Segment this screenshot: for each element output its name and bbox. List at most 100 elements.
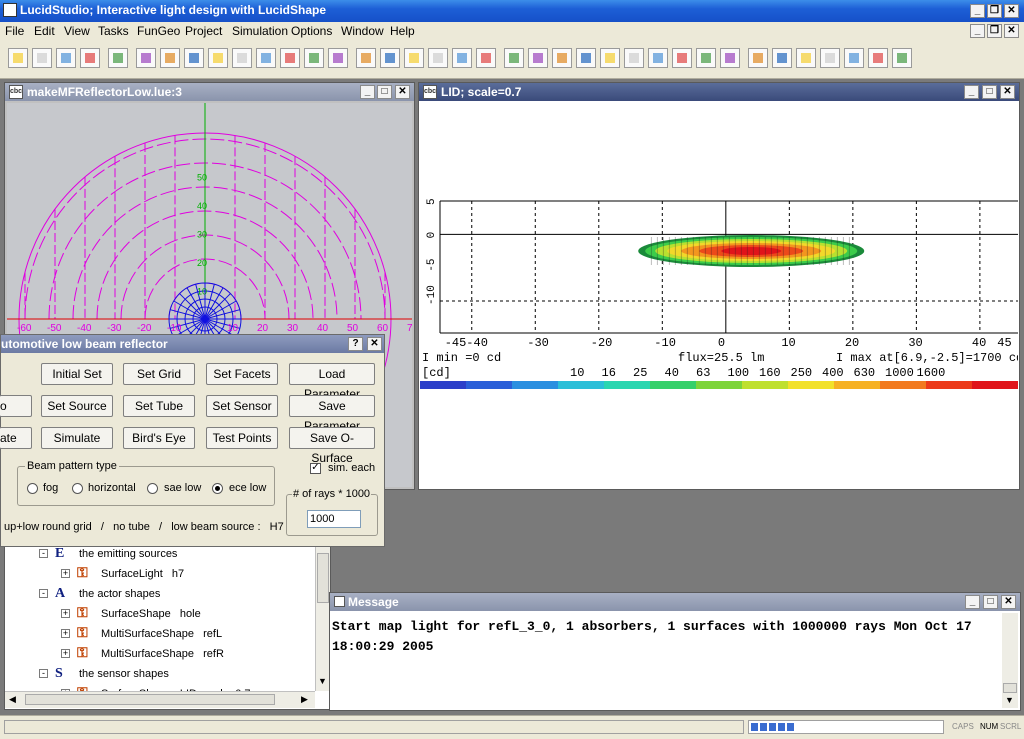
partial-button[interactable]: o [0,395,32,417]
partial-button-2[interactable]: ate [0,427,32,449]
birds-eye-button[interactable]: Bird's Eye [123,427,195,449]
2d-icon[interactable] [892,48,912,68]
tree-row[interactable]: + ⚿ MultiSurfaceShape refL [5,625,315,643]
expand-icon[interactable]: + [61,609,70,618]
lid-close-button[interactable]: ✕ [1000,85,1015,99]
load-parameter-button[interactable]: Load Parameter [289,363,375,401]
menu-tasks[interactable]: Tasks [98,24,129,38]
expand-icon[interactable]: + [61,649,70,658]
set-grid-button[interactable]: Set Grid [123,363,195,385]
facet-icon[interactable] [404,48,424,68]
table3-icon[interactable] [184,48,204,68]
menu-file[interactable]: File [5,24,24,38]
mdi-minimize-button[interactable]: _ [970,24,985,38]
collapse-icon[interactable]: - [39,669,48,678]
menu-edit[interactable]: Edit [34,24,55,38]
message-minimize-button[interactable]: _ [965,595,980,609]
text-icon[interactable] [208,48,228,68]
set-sensor-button[interactable]: Set Sensor [206,395,278,417]
radio-horizontal[interactable] [72,483,83,494]
dialog-close-button[interactable]: ✕ [367,337,382,351]
cube-blue-icon[interactable] [696,48,716,68]
scroll-left-icon[interactable]: ◀ [9,694,16,705]
copy-icon[interactable] [56,48,76,68]
new-icon[interactable] [8,48,28,68]
scroll-down-icon[interactable]: ▼ [318,676,327,686]
cube-red-icon[interactable] [672,48,692,68]
radio-ece-low-label[interactable]: ece low [229,482,266,494]
message-window-titlebar[interactable]: Message _ □ ✕ [330,593,1020,611]
reflector-close-button[interactable]: ✕ [395,85,410,99]
menu-options[interactable]: Options [291,24,332,38]
reflector-minimize-button[interactable]: _ [360,85,375,99]
message-window[interactable]: Message _ □ ✕ Start map light for refL_3… [329,592,1021,711]
lid-minimize-button[interactable]: _ [964,85,979,99]
rays-input[interactable] [307,510,361,528]
table-icon[interactable] [136,48,156,68]
lid-maximize-button[interactable]: □ [982,85,997,99]
low-beam-dialog[interactable]: utomotive low beam reflector ? ✕ Initial… [0,334,385,547]
xy-icon[interactable] [772,48,792,68]
menu-simulation[interactable]: Simulation [232,24,288,38]
zy-icon[interactable] [820,48,840,68]
collapse-icon[interactable]: - [39,549,48,558]
scroll-down-icon[interactable]: ▼ [1005,695,1014,705]
set-source-button[interactable]: Set Source [41,395,113,417]
tree-window[interactable]: - Ethe emitting sources + ⚿ SurfaceLight h7-… [4,540,331,710]
reflector-icon[interactable] [552,48,572,68]
menu-view[interactable]: View [64,24,90,38]
lightning-icon[interactable] [624,48,644,68]
lid-window[interactable]: cbc LID; scale=0.7 _ □ ✕ 5 0 -5 -10 -45-40 -3… [418,82,1020,490]
scroll-right-icon[interactable]: ▶ [301,694,308,705]
zoom-in-icon[interactable] [304,48,324,68]
set-tube-button[interactable]: Set Tube [123,395,195,417]
hscroll-thumb[interactable] [25,694,275,705]
tree-row[interactable]: + ⚿ MultiSurfaceShape refR [5,645,315,663]
sim-each-checkbox[interactable]: ✓ [310,463,321,474]
tree-row[interactable]: + ⚿ SurfaceShape hole [5,605,315,623]
curve-icon[interactable] [356,48,376,68]
radio-horizontal-label[interactable]: horizontal [88,482,136,494]
hand-icon[interactable] [280,48,300,68]
close-button[interactable]: ✕ [1004,4,1019,18]
edit-icon[interactable] [32,48,52,68]
initial-set-button[interactable]: Initial Set [41,363,113,385]
copy-window-icon[interactable] [80,48,100,68]
reflector-maximize-button[interactable]: □ [377,85,392,99]
save-parameter-button[interactable]: Save Parameter [289,395,375,433]
delete-icon[interactable] [600,48,620,68]
sa-icon[interactable] [720,48,740,68]
xz-icon[interactable] [868,48,888,68]
zx-icon[interactable] [844,48,864,68]
tree-row[interactable]: - Ethe emitting sources [5,545,315,563]
expand-icon[interactable]: + [61,629,70,638]
message-vscrollbar[interactable]: ▼ [1002,613,1018,708]
radio-ece-low[interactable] [212,483,223,494]
mdi-close-button[interactable]: ✕ [1004,24,1019,38]
transform-icon[interactable] [576,48,596,68]
collapse-icon[interactable]: - [39,589,48,598]
set-facets-button[interactable]: Set Facets [206,363,278,385]
test-points-button[interactable]: Test Points [206,427,278,449]
main-title-bar[interactable]: LucidStudio; Interactive light design wi… [0,0,1024,22]
tree-hscrollbar[interactable]: ◀ ▶ [5,691,315,708]
sim-each-label[interactable]: sim. each [328,462,375,474]
radio-fog[interactable] [27,483,38,494]
expand-icon[interactable]: + [61,569,70,578]
scroll-thumb[interactable] [1003,683,1017,693]
zoom-out-icon[interactable] [328,48,348,68]
table2-icon[interactable] [160,48,180,68]
zoom-region-icon[interactable] [232,48,252,68]
scroll-thumb[interactable] [317,553,329,603]
menu-window[interactable]: Window [341,24,384,38]
dialog-help-button[interactable]: ? [348,337,363,351]
lid-window-titlebar[interactable]: cbc LID; scale=0.7 _ □ ✕ [419,83,1019,101]
message-maximize-button[interactable]: □ [983,595,998,609]
menu-fungeo[interactable]: FunGeo [137,24,180,38]
zoom-all-icon[interactable] [256,48,276,68]
list-icon[interactable] [476,48,496,68]
yx-icon[interactable] [748,48,768,68]
radio-sae-low-label[interactable]: sae low [164,482,201,494]
tree-row[interactable]: - Sthe sensor shapes [5,665,315,683]
surface-icon[interactable] [380,48,400,68]
